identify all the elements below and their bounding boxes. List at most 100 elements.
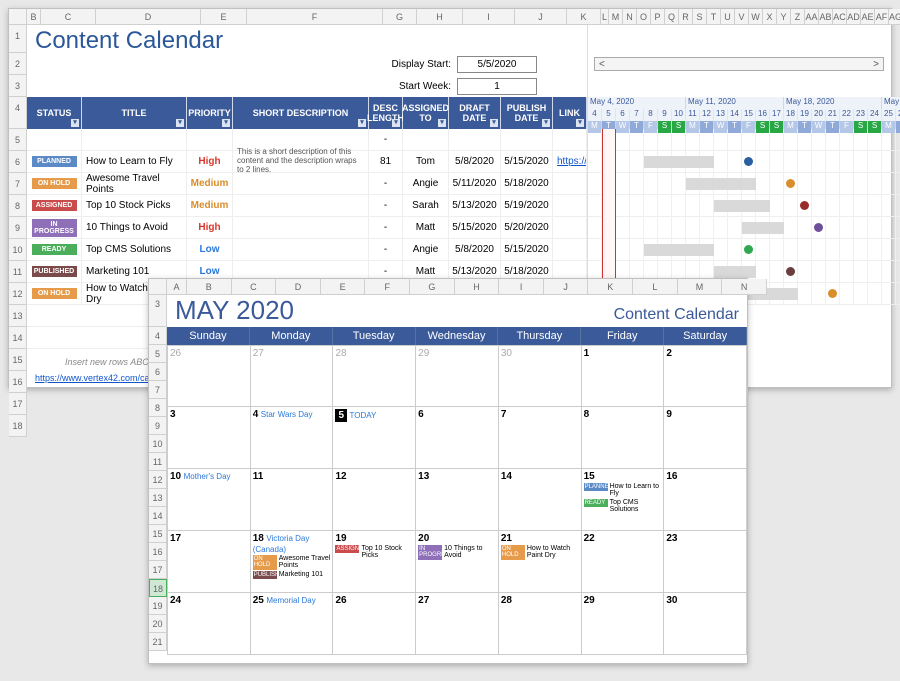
filter-icon[interactable]: ▾ [176,119,184,127]
scroll-left-icon[interactable]: < [599,59,605,70]
row-header[interactable]: 3 [149,295,167,327]
cell-assigned[interactable]: Angie [403,173,449,194]
row-header[interactable]: 1 [9,25,27,53]
column-header[interactable]: T [707,9,721,25]
row-header[interactable]: 16 [9,371,27,393]
th-draft-date[interactable]: DRAFT DATE▾ [449,97,501,129]
cell-assigned[interactable]: Sarah [403,195,449,216]
calendar-day-cell[interactable]: 1 [582,345,665,407]
column-header[interactable]: Y [777,9,791,25]
calendar-day-cell[interactable]: 29 [416,345,499,407]
display-start-input[interactable]: 5/5/2020 [457,56,537,73]
row-header[interactable]: 15 [149,525,167,543]
row-header[interactable]: 20 [149,615,167,633]
row-header[interactable]: 18 [149,579,167,597]
cell-publish-date[interactable]: 5/15/2020 [501,239,553,260]
column-header[interactable]: B [27,9,41,25]
filter-icon[interactable]: ▾ [222,119,230,127]
column-header[interactable]: D [276,279,321,295]
calendar-day-cell[interactable]: 30 [664,593,747,655]
row-header[interactable]: 16 [149,543,167,561]
column-header[interactable]: G [383,9,417,25]
column-header[interactable]: AA [805,9,819,25]
row-header[interactable]: 9 [9,217,27,239]
calendar-day-cell[interactable]: 28 [499,593,582,655]
calendar-day-cell[interactable]: 9 [664,407,747,469]
calendar-event[interactable]: PLANNEDHow to Learn to Fly [584,483,662,498]
calendar-day-cell[interactable]: 27 [251,345,334,407]
calendar-day-cell[interactable]: 17 [167,531,251,593]
th-desc-length[interactable]: DESC LENGTH▾ [369,97,403,129]
calendar-day-cell[interactable]: 28 [333,345,416,407]
th-link[interactable]: LINK▾ [553,97,587,129]
row-header[interactable]: 14 [9,327,27,349]
column-header[interactable]: N [722,279,767,295]
row-header[interactable]: 5 [149,345,167,363]
scroll-right-icon[interactable]: > [873,59,879,70]
column-header[interactable]: A [167,279,187,295]
column-header[interactable]: C [232,279,277,295]
column-header[interactable]: AG [889,9,900,25]
column-header[interactable]: Q [665,9,679,25]
filter-icon[interactable]: ▾ [576,119,584,127]
calendar-day-cell[interactable]: 26 [333,593,416,655]
table-row[interactable]: PLANNEDHow to Learn to FlyHighThis is a … [27,151,587,173]
row-header[interactable]: 11 [149,453,167,471]
row-header[interactable]: 6 [9,151,27,173]
column-header[interactable]: C [41,9,96,25]
row-header[interactable]: 11 [9,261,27,283]
column-header[interactable]: AD [847,9,861,25]
cell-publish-date[interactable]: 5/20/2020 [501,217,553,238]
row-header[interactable]: 12 [9,283,27,305]
filter-icon[interactable]: ▾ [358,119,366,127]
row-header[interactable]: 19 [149,597,167,615]
calendar-day-cell[interactable]: 10 Mother's Day [167,469,251,531]
filter-icon[interactable]: ▾ [542,119,550,127]
th-short-desc[interactable]: SHORT DESCRIPTION▾ [233,97,369,129]
filter-icon[interactable]: ▾ [490,119,498,127]
column-header[interactable]: L [633,279,678,295]
column-header[interactable]: H [455,279,500,295]
row-header[interactable]: 10 [149,435,167,453]
cell-link[interactable] [553,195,587,216]
column-header[interactable]: H [417,9,463,25]
table-row[interactable]: ASSIGNEDTop 10 Stock PicksMedium-Sarah5/… [27,195,587,217]
calendar-day-cell[interactable]: 21ON HOLDHow to Watch Paint Dry [499,531,582,593]
calendar-day-cell[interactable]: 22 [582,531,665,593]
th-assigned[interactable]: ASSIGNED TO▾ [403,97,449,129]
filter-icon[interactable]: ▾ [392,119,400,127]
calendar-event[interactable]: IN PROGRESS10 Things to Avoid [418,545,496,560]
cell-draft-date[interactable]: 5/11/2020 [449,173,501,194]
cell-assigned[interactable]: Angie [403,239,449,260]
calendar-day-cell[interactable]: 20IN PROGRESS10 Things to Avoid [416,531,499,593]
cell-link[interactable] [553,239,587,260]
column-header[interactable]: I [499,279,544,295]
row-header[interactable]: 5 [9,129,27,151]
row-header[interactable]: 6 [149,363,167,381]
cell-title[interactable]: Top CMS Solutions [82,239,187,260]
row-header[interactable]: 4 [149,327,167,345]
column-header[interactable] [9,9,27,25]
calendar-event[interactable]: ON HOLDHow to Watch Paint Dry [501,545,579,560]
calendar-day-cell[interactable]: 26 [167,345,251,407]
calendar-event[interactable]: READYTop CMS Solutions [584,499,662,514]
column-header[interactable]: R [679,9,693,25]
cell-draft-date[interactable]: 5/15/2020 [449,217,501,238]
row-header[interactable]: 17 [149,561,167,579]
row-header[interactable]: 13 [149,489,167,507]
column-header[interactable]: O [637,9,651,25]
row-header[interactable]: 3 [9,75,27,97]
cell-title[interactable]: How to Learn to Fly [82,151,187,172]
column-header[interactable]: F [365,279,410,295]
row-header[interactable]: 15 [9,349,27,371]
cell-description[interactable] [233,173,369,194]
start-week-input[interactable]: 1 [457,78,537,95]
calendar-day-cell[interactable]: 12 [333,469,416,531]
calendar-day-cell[interactable]: 19ASSIGNEDTop 10 Stock Picks [333,531,416,593]
calendar-day-cell[interactable]: 6 [416,407,499,469]
column-header[interactable]: E [201,9,247,25]
cell-link[interactable] [553,173,587,194]
calendar-day-cell[interactable]: 8 [582,407,665,469]
cell-link[interactable]: https://wv [553,151,587,172]
column-header[interactable]: P [651,9,665,25]
